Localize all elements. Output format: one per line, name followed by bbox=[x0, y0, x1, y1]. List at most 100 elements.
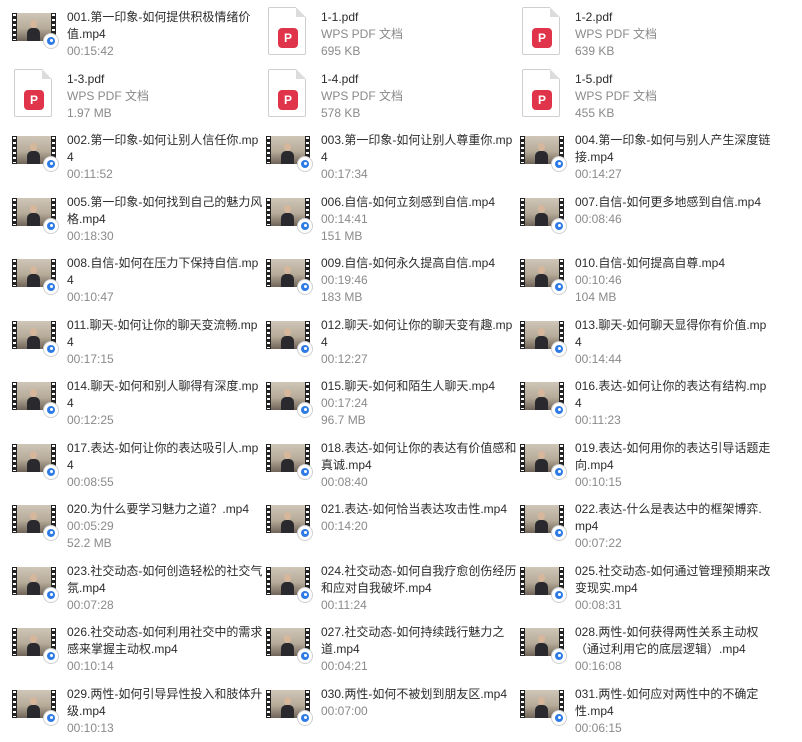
video-file-item[interactable]: 013.聊天-如何聊天显得你有价值.mp4 00:14:44 bbox=[520, 308, 774, 370]
file-name: 030.两性-如何不被划到朋友区.mp4 bbox=[321, 686, 508, 701]
video-thumbnail-icon bbox=[12, 624, 58, 663]
video-file-item[interactable]: 010.自信-如何提高自尊.mp4 00:10:46 104 MB bbox=[520, 246, 774, 308]
video-file-item[interactable]: 009.自信-如何永久提高自信.mp4 00:19:46 183 MB bbox=[266, 246, 520, 308]
file-size: 52.2 MB bbox=[67, 536, 112, 550]
video-file-item[interactable]: 004.第一印象-如何与别人产生深度链接.mp4 00:14:27 bbox=[520, 123, 774, 185]
file-duration: 00:10:14 bbox=[67, 659, 114, 673]
player-badge-icon bbox=[44, 710, 58, 725]
video-file-item[interactable]: 027.社交动态-如何持续践行魅力之道.mp4 00:04:21 bbox=[266, 615, 520, 677]
video-file-item[interactable]: 026.社交动态-如何利用社交中的需求感来掌握主动权.mp4 00:10:14 bbox=[12, 615, 266, 677]
file-duration: 00:10:47 bbox=[67, 290, 114, 304]
player-badge-icon bbox=[44, 341, 58, 356]
video-file-item[interactable]: 012.聊天-如何让你的聊天变有趣.mp4 00:12:27 bbox=[266, 308, 520, 370]
player-badge-icon bbox=[552, 341, 566, 356]
player-badge-icon bbox=[298, 341, 312, 356]
video-thumbnail-icon bbox=[520, 132, 566, 171]
video-file-item[interactable]: 005.第一印象-如何找到自己的魅力风格.mp4 00:18:30 bbox=[12, 185, 266, 247]
video-thumbnail-icon bbox=[520, 378, 566, 417]
pdf-file-icon: P bbox=[520, 7, 564, 55]
player-badge-icon bbox=[298, 280, 312, 294]
file-name: 1-4.pdf bbox=[321, 71, 359, 86]
player-badge-icon bbox=[44, 587, 58, 602]
video-file-item[interactable]: 028.两性-如何获得两性关系主动权（通过利用它的底层逻辑）.mp4 00:16:… bbox=[520, 615, 774, 677]
video-file-item[interactable]: 008.自信-如何在压力下保持自信.mp4 00:10:47 bbox=[12, 246, 266, 308]
video-file-item[interactable]: 017.表达-如何让你的表达吸引人.mp4 00:08:55 bbox=[12, 431, 266, 493]
player-badge-icon bbox=[552, 526, 566, 540]
pdf-file-item[interactable]: P 1-2.pdf WPS PDF 文档 639 KB bbox=[520, 0, 774, 62]
file-name: 031.两性-如何应对两性中的不确定性.mp4 bbox=[575, 686, 759, 718]
video-file-item[interactable]: 019.表达-如何用你的表达引导话题走向.mp4 00:10:15 bbox=[520, 431, 774, 493]
file-size: 1.97 MB bbox=[67, 105, 112, 120]
file-duration: 00:12:27 bbox=[321, 351, 368, 366]
file-name: 027.社交动态-如何持续践行魅力之道.mp4 bbox=[321, 625, 505, 656]
file-size: 695 KB bbox=[321, 44, 361, 58]
video-thumbnail-icon bbox=[266, 501, 312, 540]
file-duration: 00:11:23 bbox=[575, 413, 621, 427]
file-name: 1-1.pdf bbox=[321, 10, 359, 24]
pdf-file-item[interactable]: P 1-5.pdf WPS PDF 文档 455 KB bbox=[520, 62, 774, 124]
video-file-item[interactable]: 022.表达-什么是表达中的框架博弈.mp4 00:07:22 bbox=[520, 492, 774, 554]
file-size: 151 MB bbox=[321, 228, 363, 243]
file-duration: 00:11:24 bbox=[321, 597, 367, 612]
video-file-item[interactable]: 007.自信-如何更多地感到自信.mp4 00:08:46 bbox=[520, 185, 774, 247]
file-duration: 00:04:21 bbox=[321, 659, 368, 673]
pdf-file-item[interactable]: P 1-4.pdf WPS PDF 文档 578 KB bbox=[266, 62, 520, 124]
file-name: 016.表达-如何让你的表达有结构.mp4 bbox=[575, 379, 767, 410]
file-name: 014.聊天-如何和别人聊得有深度.mp4 bbox=[67, 379, 259, 410]
file-name: 013.聊天-如何聊天显得你有价值.mp4 bbox=[575, 317, 767, 349]
file-grid: 001.第一印象-如何提供积极情绪价值.mp4 00:15:42 P 1-3.pdf W… bbox=[0, 0, 802, 742]
video-file-item[interactable]: 018.表达-如何让你的表达有价值感和真诚.mp4 00:08:40 bbox=[266, 431, 520, 493]
player-badge-icon bbox=[552, 403, 566, 417]
video-file-item[interactable]: 016.表达-如何让你的表达有结构.mp4 00:11:23 bbox=[520, 369, 774, 431]
file-duration: 00:07:00 bbox=[321, 703, 368, 718]
file-kind: WPS PDF 文档 bbox=[67, 88, 150, 103]
pdf-file-icon: P bbox=[266, 7, 310, 55]
file-name: 020.为什么要学习魅力之道？.mp4 bbox=[67, 502, 250, 516]
file-name: 028.两性-如何获得两性关系主动权（通过利用它的底层逻辑）.mp4 bbox=[575, 625, 759, 656]
video-file-item[interactable]: 014.聊天-如何和别人聊得有深度.mp4 00:12:25 bbox=[12, 369, 266, 431]
video-thumbnail-icon bbox=[12, 255, 58, 294]
video-file-item[interactable]: 015.聊天-如何和陌生人聊天.mp4 00:17:24 96.7 MB bbox=[266, 369, 520, 431]
video-file-item[interactable]: 003.第一印象-如何让别人尊重你.mp4 00:17:34 bbox=[266, 123, 520, 185]
video-file-item[interactable]: 001.第一印象-如何提供积极情绪价值.mp4 00:15:42 bbox=[12, 0, 266, 62]
file-name: 011.聊天-如何让你的聊天变流畅.mp4 bbox=[67, 317, 258, 349]
player-badge-icon bbox=[44, 649, 58, 663]
video-file-item[interactable]: 031.两性-如何应对两性中的不确定性.mp4 00:06:15 bbox=[520, 677, 774, 739]
video-thumbnail-icon bbox=[266, 317, 312, 356]
video-thumbnail-icon bbox=[520, 194, 566, 233]
video-file-item[interactable]: 020.为什么要学习魅力之道？.mp4 00:05:29 52.2 MB bbox=[12, 492, 266, 554]
pdf-file-item[interactable]: P 1-3.pdf WPS PDF 文档 1.97 MB bbox=[12, 62, 266, 124]
video-file-item[interactable]: 029.两性-如何引导异性投入和肢体升级.mp4 00:10:13 bbox=[12, 677, 266, 739]
video-thumbnail-icon bbox=[12, 501, 58, 540]
pdf-file-item[interactable]: P 1-1.pdf WPS PDF 文档 695 KB bbox=[266, 0, 520, 62]
video-file-item[interactable]: 030.两性-如何不被划到朋友区.mp4 00:07:00 bbox=[266, 677, 520, 739]
file-duration: 00:16:08 bbox=[575, 659, 622, 673]
player-badge-icon bbox=[298, 218, 312, 233]
player-badge-icon bbox=[298, 464, 312, 479]
file-name: 012.聊天-如何让你的聊天变有趣.mp4 bbox=[321, 317, 513, 349]
file-name: 005.第一印象-如何找到自己的魅力风格.mp4 bbox=[67, 194, 263, 226]
player-badge-icon bbox=[44, 34, 58, 48]
file-duration: 00:17:24 bbox=[321, 396, 368, 410]
player-badge-icon bbox=[552, 464, 566, 479]
file-name: 001.第一印象-如何提供积极情绪价值.mp4 bbox=[67, 10, 251, 41]
video-file-item[interactable]: 006.自信-如何立刻感到自信.mp4 00:14:41 151 MB bbox=[266, 185, 520, 247]
video-file-item[interactable]: 024.社交动态-如何自我疗愈创伤经历和应对自我破坏.mp4 00:11:24 bbox=[266, 554, 520, 616]
video-file-item[interactable]: 021.表达-如何恰当表达攻击性.mp4 00:14:20 bbox=[266, 492, 520, 554]
video-thumbnail-icon bbox=[266, 563, 312, 602]
video-file-item[interactable]: 002.第一印象-如何让别人信任你.mp4 00:11:52 bbox=[12, 123, 266, 185]
file-name: 007.自信-如何更多地感到自信.mp4 bbox=[575, 194, 762, 209]
video-file-item[interactable]: 025.社交动态-如何通过管理预期来改变现实.mp4 00:08:31 bbox=[520, 554, 774, 616]
video-thumbnail-icon bbox=[266, 624, 312, 663]
player-badge-icon bbox=[44, 280, 58, 294]
video-thumbnail-icon bbox=[12, 317, 58, 356]
video-thumbnail-icon bbox=[266, 132, 312, 171]
file-name: 025.社交动态-如何通过管理预期来改变现实.mp4 bbox=[575, 563, 771, 595]
video-file-item[interactable]: 011.聊天-如何让你的聊天变流畅.mp4 00:17:15 bbox=[12, 308, 266, 370]
file-name: 1-2.pdf bbox=[575, 10, 613, 24]
file-duration: 00:11:52 bbox=[67, 167, 113, 181]
file-duration: 00:12:25 bbox=[67, 413, 114, 427]
player-badge-icon bbox=[44, 218, 58, 233]
video-thumbnail-icon bbox=[266, 194, 312, 233]
video-file-item[interactable]: 023.社交动态-如何创造轻松的社交气氛.mp4 00:07:28 bbox=[12, 554, 266, 616]
